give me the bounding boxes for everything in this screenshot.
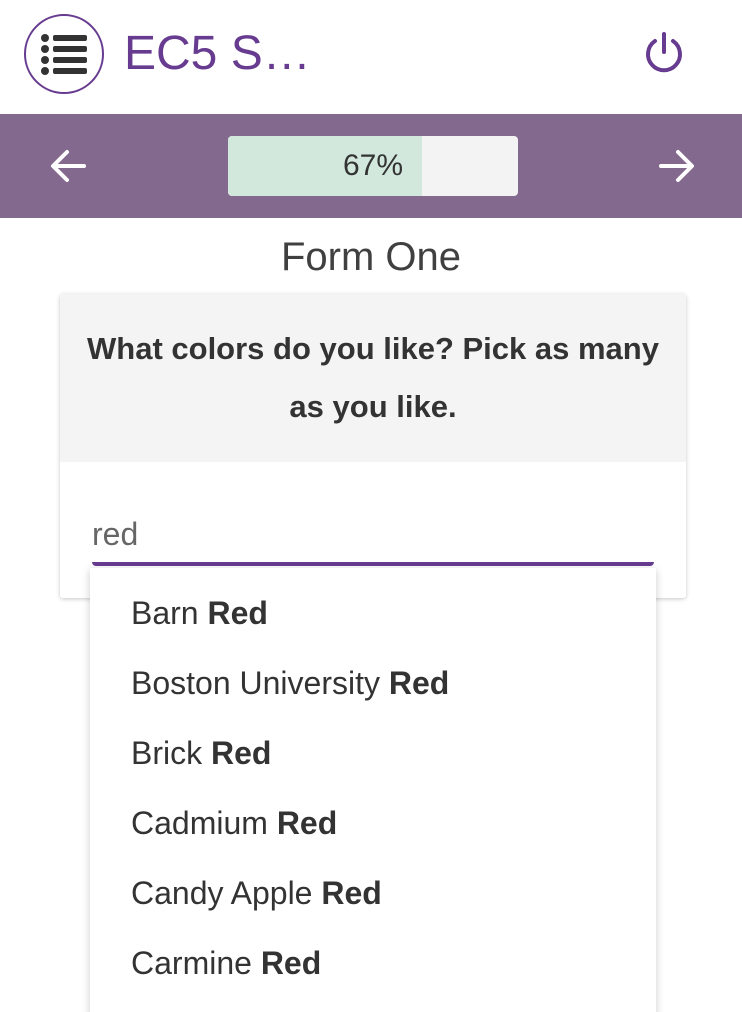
progress-bar: 67%: [228, 136, 518, 196]
option-label: Carmine: [131, 945, 261, 981]
app-title: EC5 S…: [124, 27, 311, 80]
question-text: What colors do you like? Pick as many as…: [87, 331, 659, 424]
previous-question-button[interactable]: [46, 144, 90, 188]
option-match-highlight: Red: [388, 665, 450, 701]
option-label: Cadmium: [131, 805, 277, 841]
autocomplete-option[interactable]: Barn Red: [90, 578, 656, 648]
form-title: Form One: [280, 235, 462, 279]
form-nav-bar: 67%: [0, 114, 742, 218]
logout-button[interactable]: [640, 29, 688, 77]
option-label: Barn: [131, 595, 208, 631]
progress-text: 67%: [342, 149, 404, 182]
option-match-highlight: Red: [276, 805, 338, 841]
autocomplete-option[interactable]: Boston University Red: [90, 648, 656, 718]
menu-button[interactable]: [24, 14, 104, 94]
arrow-right-icon: [659, 150, 694, 182]
option-match-highlight: Red: [207, 595, 268, 631]
autocomplete-option[interactable]: Carmine Red: [90, 928, 656, 998]
autocomplete-option[interactable]: Cadmium Red: [90, 788, 656, 858]
question-header: What colors do you like? Pick as many as…: [60, 294, 686, 462]
autocomplete-option[interactable]: Brick Red: [90, 718, 656, 788]
list-icon: [41, 34, 87, 75]
option-match-highlight: Red: [260, 945, 322, 981]
next-question-button[interactable]: [655, 144, 699, 188]
option-label: Boston University: [131, 665, 389, 701]
option-match-highlight: Red: [321, 875, 382, 911]
option-label: Brick: [131, 735, 211, 771]
app-bar: EC5 S…: [0, 0, 742, 114]
arrow-left-icon: [51, 150, 86, 182]
option-match-highlight: Red: [211, 735, 272, 771]
autocomplete-option[interactable]: Candy Apple Red: [90, 858, 656, 928]
search-input[interactable]: [92, 506, 654, 566]
option-label: Candy Apple: [131, 875, 322, 911]
autocomplete-dropdown: Barn Red Boston University Red Brick Red Ca…: [90, 568, 656, 1012]
power-icon: [646, 32, 682, 73]
